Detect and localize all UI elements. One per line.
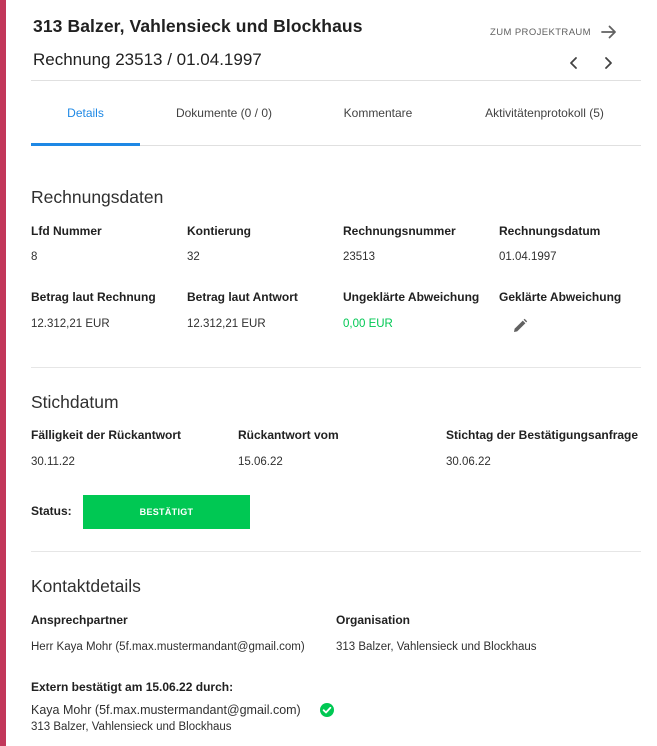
pencil-icon[interactable] [512,318,528,339]
section-stichdatum: Stichdatum Fälligkeit der Rückantwort 30… [31,368,641,552]
value-lfd-nummer: 8 [31,251,38,263]
section-title-kontaktdetails: Kontaktdetails [31,576,141,596]
value-faelligkeit: 30.11.22 [31,456,75,468]
label-organisation: Organisation [336,613,411,627]
projektraum-label: ZUM PROJEKTRAUM [490,26,591,38]
label-kontierung: Kontierung [187,224,251,238]
value-rechnungsdatum: 01.04.1997 [499,251,557,263]
label-ungeklaerte-abweichung: Ungeklärte Abweichung [343,290,480,304]
tab-dokumente[interactable]: Dokumente (0 / 0) [140,81,308,145]
value-extern-org: 313 Balzer, Vahlensieck und Blockhaus [31,721,232,733]
record-navigation [565,54,617,72]
section-kontaktdetails: Kontaktdetails Ansprechpartner Herr Kaya… [31,552,641,746]
label-rechnungsdatum: Rechnungsdatum [499,224,601,238]
label-faelligkeit: Fälligkeit der Rückantwort [31,428,182,442]
value-betrag-rechnung: 12.312,21 EUR [31,318,110,330]
chevron-right-icon[interactable] [599,54,617,72]
label-geklaerte-abweichung: Geklärte Abweichung [499,290,622,304]
tab-bar: Details Dokumente (0 / 0) Kommentare Akt… [31,81,641,146]
value-organisation: 313 Balzer, Vahlensieck und Blockhaus [336,641,537,653]
value-stichtag: 30.06.22 [446,456,491,468]
section-title-stichdatum: Stichdatum [31,392,119,412]
status-badge: BESTÄTIGT [83,495,250,529]
label-betrag-rechnung: Betrag laut Rechnung [31,290,156,304]
value-kontierung: 32 [187,251,200,263]
label-rechnungsnummer: Rechnungsnummer [343,224,456,238]
value-rueckantwort-vom: 15.06.22 [238,456,283,468]
arrow-right-icon [601,25,617,39]
project-title: 313 Balzer, Vahlensieck und Blockhaus [33,16,363,36]
accent-bar [0,0,6,746]
tab-aktivitaetenprotokoll[interactable]: Aktivitätenprotokoll (5) [448,81,641,145]
label-rueckantwort-vom: Rückantwort vom [238,428,339,442]
value-ansprechpartner: Herr Kaya Mohr (5f.max.mustermandant@gma… [31,641,305,653]
value-ungeklaerte-abweichung: 0,00 EUR [343,318,393,330]
value-extern-person: Kaya Mohr (5f.max.mustermandant@gmail.co… [31,703,301,717]
main-content: 313 Balzer, Vahlensieck und Blockhaus Re… [31,0,641,746]
projektraum-link[interactable]: ZUM PROJEKTRAUM [490,25,617,39]
label-extern-bestaetigt: Extern bestätigt am 15.06.22 durch: [31,680,234,694]
chevron-left-icon[interactable] [565,54,583,72]
page-header: 313 Balzer, Vahlensieck und Blockhaus Re… [31,0,641,81]
label-betrag-antwort: Betrag laut Antwort [187,290,298,304]
tab-details[interactable]: Details [31,81,140,146]
tab-kommentare[interactable]: Kommentare [308,81,448,145]
value-rechnungsnummer: 23513 [343,251,375,263]
value-betrag-antwort: 12.312,21 EUR [187,318,266,330]
section-title-rechnungsdaten: Rechnungsdaten [31,187,164,207]
section-rechnungsdaten: Rechnungsdaten Lfd Nummer 8 Kontierung 3… [31,146,641,368]
status-label: Status: [31,504,72,518]
check-circle-icon [320,703,334,722]
label-ansprechpartner: Ansprechpartner [31,613,128,627]
invoice-title: Rechnung 23513 / 01.04.1997 [33,50,262,69]
label-lfd-nummer: Lfd Nummer [31,224,102,238]
label-stichtag: Stichtag der Bestätigungsanfrage [446,428,639,442]
